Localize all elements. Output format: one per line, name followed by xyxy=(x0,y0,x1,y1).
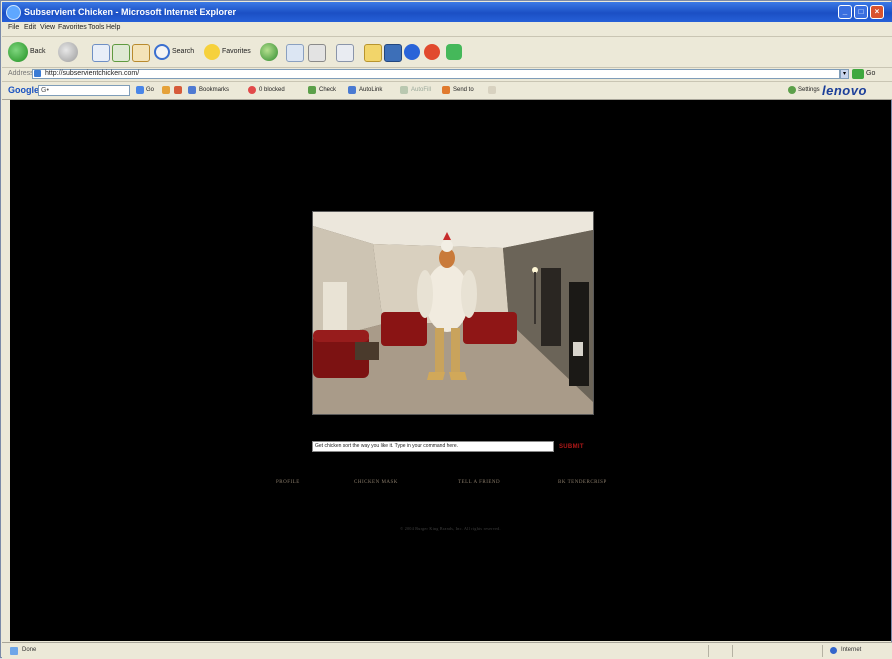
google-logo[interactable]: Google xyxy=(8,85,39,95)
autolink-button[interactable]: AutoLink xyxy=(359,87,382,93)
stop-icon[interactable] xyxy=(92,44,110,62)
back-arrow-icon[interactable] xyxy=(8,42,28,62)
popup-blocker-icon[interactable] xyxy=(248,86,256,94)
status-text: Done xyxy=(22,647,37,653)
status-divider xyxy=(822,645,823,657)
page-content: Get chicken sort the way you like it. Ty… xyxy=(10,100,891,641)
maximize-button[interactable]: □ xyxy=(854,5,868,19)
command-input[interactable]: Get chicken sort the way you like it. Ty… xyxy=(312,441,554,452)
copyright-text: © 2004 Burger King Brands, Inc. All righ… xyxy=(400,526,501,531)
address-label: Address xyxy=(8,70,34,77)
favorites-label[interactable]: Favorites xyxy=(222,48,251,55)
nav-bk-tendercrisp[interactable]: BK TENDERCRISP xyxy=(558,480,607,485)
address-bar: Address http://subservientchicken.com/ ▾… xyxy=(2,68,892,82)
title-bar[interactable]: Subservient Chicken - Microsoft Internet… xyxy=(2,2,892,22)
window-title: Subservient Chicken - Microsoft Internet… xyxy=(24,7,237,17)
print-icon[interactable] xyxy=(308,44,326,62)
forward-arrow-icon[interactable] xyxy=(58,42,78,62)
menu-help[interactable]: Help xyxy=(106,24,120,31)
refresh-icon[interactable] xyxy=(112,44,130,62)
menu-favorites[interactable]: Favorites xyxy=(58,24,87,31)
status-divider xyxy=(732,645,733,657)
news-icon[interactable] xyxy=(174,86,182,94)
menu-tools[interactable]: Tools xyxy=(88,24,104,31)
page-done-icon xyxy=(10,647,18,655)
messenger-icon[interactable] xyxy=(384,44,402,62)
google-search-input[interactable]: G• xyxy=(38,85,130,96)
menu-bar: File Edit View Favorites Tools Help xyxy=(2,22,892,37)
submit-button[interactable]: SUBMIT xyxy=(559,444,584,450)
minimize-button[interactable]: _ xyxy=(838,5,852,19)
highlight-icon[interactable] xyxy=(488,86,496,94)
go-label[interactable]: Go xyxy=(866,70,875,77)
nav-tell-a-friend[interactable]: TELL A FRIEND xyxy=(458,480,500,485)
google-go-label[interactable]: Go xyxy=(146,87,154,93)
favorites-star-icon[interactable] xyxy=(204,44,220,60)
ie-icon xyxy=(6,5,21,20)
bookmarks-button[interactable]: Bookmarks xyxy=(199,87,229,93)
menu-file[interactable]: File xyxy=(8,24,19,31)
toolbar-red-icon[interactable] xyxy=(424,44,440,60)
pagerank-icon[interactable] xyxy=(162,86,170,94)
chicken-video xyxy=(312,211,594,415)
security-zone-label: Internet xyxy=(841,647,862,653)
menu-edit[interactable]: Edit xyxy=(24,24,36,31)
menu-view[interactable]: View xyxy=(40,24,55,31)
address-input[interactable]: http://subservientchicken.com/ xyxy=(32,69,840,79)
popup-blocked-count[interactable]: 0 blocked xyxy=(259,87,285,93)
internet-zone-icon xyxy=(830,647,837,654)
nav-profile[interactable]: PROFILE xyxy=(276,480,300,485)
google-go-icon[interactable] xyxy=(136,86,144,94)
standard-toolbar: Back Search Favorites xyxy=(2,37,892,68)
autofill-button[interactable]: AutoFill xyxy=(411,87,431,93)
status-bar: Done Internet xyxy=(2,642,892,659)
send-to-button[interactable]: Send to xyxy=(453,87,474,93)
home-icon[interactable] xyxy=(132,44,150,62)
address-dropdown[interactable]: ▾ xyxy=(840,69,849,79)
mail-icon[interactable] xyxy=(286,44,304,62)
search-icon[interactable] xyxy=(154,44,170,60)
lenovo-logo: lenovo xyxy=(822,83,867,98)
edit-icon[interactable] xyxy=(336,44,354,62)
nav-chicken-mask[interactable]: CHICKEN MASK xyxy=(354,480,398,485)
settings-icon[interactable] xyxy=(788,86,796,94)
search-label[interactable]: Search xyxy=(172,48,194,55)
status-divider xyxy=(708,645,709,657)
bookmark-star-icon[interactable] xyxy=(188,86,196,94)
page-icon xyxy=(34,70,41,77)
close-button[interactable]: × xyxy=(870,5,884,19)
folder-icon[interactable] xyxy=(364,44,382,62)
settings-button[interactable]: Settings xyxy=(798,87,820,93)
back-label[interactable]: Back xyxy=(30,48,46,55)
history-icon[interactable] xyxy=(260,43,278,61)
toolbar-green-icon[interactable] xyxy=(446,44,462,60)
go-arrow-icon[interactable] xyxy=(852,69,864,79)
check-button[interactable]: Check xyxy=(319,87,336,93)
send-to-icon[interactable] xyxy=(442,86,450,94)
google-toolbar: Google G• Go Bookmarks 0 blocked Check A… xyxy=(2,82,892,100)
browser-window: Subservient Chicken - Microsoft Internet… xyxy=(0,0,892,659)
living-room-scene xyxy=(313,212,593,414)
autofill-icon[interactable] xyxy=(400,86,408,94)
spellcheck-icon[interactable] xyxy=(308,86,316,94)
autolink-icon[interactable] xyxy=(348,86,356,94)
bluetooth-icon[interactable] xyxy=(404,44,420,60)
